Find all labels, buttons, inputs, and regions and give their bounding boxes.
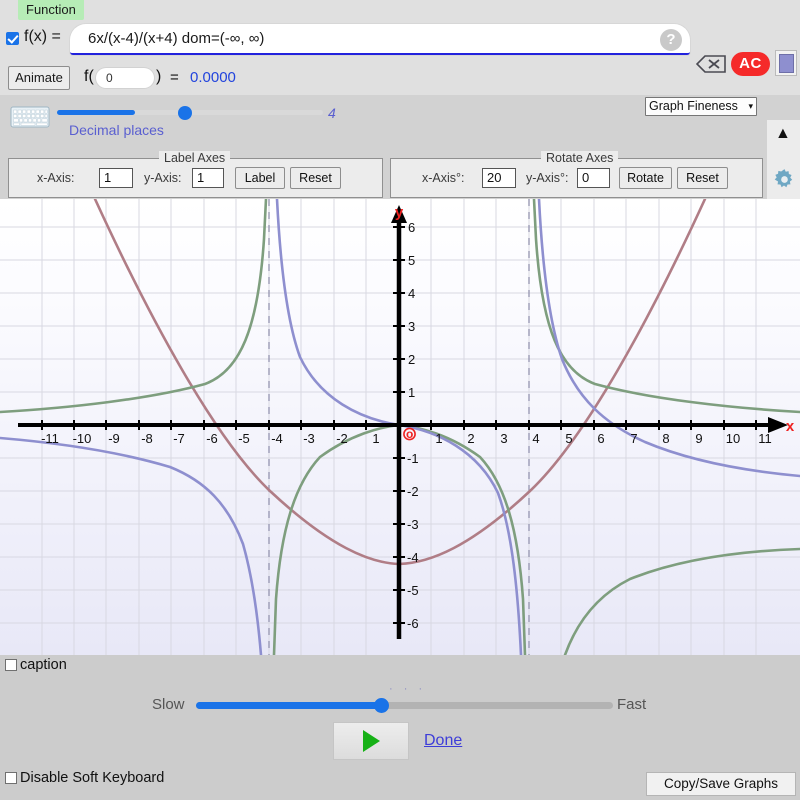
color-swatch bbox=[778, 53, 794, 73]
curve-green-tails bbox=[563, 547, 800, 655]
svg-text:-1: -1 bbox=[407, 451, 419, 466]
rotate-axes-group: Rotate Axes x-Axis°: 20 y-Axis°: 0 Rotat… bbox=[390, 151, 763, 198]
rotate-x-axis-input[interactable]: 20 bbox=[482, 168, 516, 188]
svg-text:-6: -6 bbox=[407, 616, 419, 631]
svg-text:2: 2 bbox=[467, 431, 474, 446]
svg-text:-8: -8 bbox=[141, 431, 153, 446]
svg-text:-4: -4 bbox=[407, 550, 419, 565]
svg-text:6: 6 bbox=[408, 220, 415, 235]
svg-text:-3: -3 bbox=[407, 517, 419, 532]
f-result-value: 0.0000 bbox=[190, 69, 236, 86]
backspace-icon[interactable] bbox=[696, 54, 726, 74]
label-x-axis-label: x-Axis: bbox=[37, 171, 75, 185]
svg-text:6: 6 bbox=[597, 431, 604, 446]
graph-fineness-select[interactable]: Graph Fineness ▾ bbox=[645, 97, 757, 116]
svg-text:1: 1 bbox=[408, 385, 415, 400]
play-button[interactable] bbox=[333, 722, 409, 760]
function-label: f(x) = bbox=[24, 28, 61, 45]
svg-text:-11: -11 bbox=[41, 431, 59, 446]
speed-slider[interactable] bbox=[196, 698, 613, 713]
label-button[interactable]: Label bbox=[235, 167, 285, 189]
svg-text:1: 1 bbox=[435, 431, 442, 446]
speed-slider-thumb[interactable] bbox=[374, 698, 389, 713]
rotate-button[interactable]: Rotate bbox=[619, 167, 672, 189]
svg-text:10: 10 bbox=[726, 431, 740, 446]
svg-text:-2: -2 bbox=[407, 484, 419, 499]
svg-text:-9: -9 bbox=[108, 431, 120, 446]
header-panel: Function f(x) = 6x/(x-4)/(x+4) dom=(-∞, … bbox=[0, 0, 800, 138]
svg-text:7: 7 bbox=[630, 431, 637, 446]
svg-text:-7: -7 bbox=[173, 431, 185, 446]
svg-text:3: 3 bbox=[408, 319, 415, 334]
fast-label: Fast bbox=[617, 696, 647, 713]
label-axes-group: Label Axes x-Axis: 1 y-Axis: 1 Label Res… bbox=[8, 151, 383, 198]
y-axis-title: y bbox=[395, 204, 404, 221]
slider-fill bbox=[57, 110, 135, 115]
rotate-y-axis-label: y-Axis°: bbox=[526, 171, 569, 185]
slow-label: Slow bbox=[152, 696, 185, 713]
svg-text:4: 4 bbox=[532, 431, 539, 446]
x-axis-title: x bbox=[786, 418, 795, 435]
label-y-axis-label: y-Axis: bbox=[144, 171, 182, 185]
keyboard-icon[interactable] bbox=[10, 104, 50, 130]
label-x-axis-input[interactable]: 1 bbox=[99, 168, 133, 188]
done-link[interactable]: Done bbox=[424, 732, 462, 750]
graph-svg: -11 -10 -9 -8 -7 -6 -5 -4 -3 -2 1 12 34 56 78… bbox=[0, 199, 800, 655]
svg-text:-2: -2 bbox=[336, 431, 348, 446]
rotate-reset-button[interactable]: Reset bbox=[677, 167, 728, 189]
slider-thumb[interactable] bbox=[178, 106, 192, 120]
f-argument-input[interactable]: 0 bbox=[96, 68, 154, 88]
rotate-y-axis-input[interactable]: 0 bbox=[577, 168, 610, 188]
function-expression-input[interactable]: 6x/(x-4)/(x+4) dom=(-∞, ∞) bbox=[70, 24, 690, 55]
svg-text:-6: -6 bbox=[206, 431, 218, 446]
svg-text:5: 5 bbox=[408, 253, 415, 268]
f-open-paren: f( bbox=[84, 68, 94, 85]
svg-text:9: 9 bbox=[695, 431, 702, 446]
function-input-row: f(x) = 6x/(x-4)/(x+4) dom=(-∞, ∞) ? AC bbox=[0, 24, 800, 76]
play-icon bbox=[362, 730, 380, 752]
copy-save-graphs-button[interactable]: Copy/Save Graphs bbox=[646, 772, 796, 796]
svg-text:1: 1 bbox=[372, 431, 379, 446]
speed-slider-fill bbox=[196, 702, 386, 709]
caption-label: caption bbox=[20, 657, 67, 673]
graph-canvas[interactable]: -11 -10 -9 -8 -7 -6 -5 -4 -3 -2 1 12 34 56 78… bbox=[0, 199, 800, 655]
rotate-axes-legend: Rotate Axes bbox=[541, 151, 619, 165]
label-reset-button[interactable]: Reset bbox=[290, 167, 341, 189]
svg-text:2: 2 bbox=[408, 352, 415, 367]
decimal-places-value: 4 bbox=[328, 105, 336, 121]
caption-checkbox[interactable] bbox=[5, 659, 17, 671]
f-close-paren: ) bbox=[156, 68, 162, 85]
svg-text:11: 11 bbox=[758, 431, 772, 446]
svg-text:-3: -3 bbox=[303, 431, 315, 446]
animate-button[interactable]: Animate bbox=[8, 66, 70, 90]
decimal-places-slider[interactable] bbox=[57, 106, 323, 120]
decimal-places-label: Decimal places bbox=[69, 122, 164, 138]
disable-soft-keyboard-label: Disable Soft Keyboard bbox=[20, 770, 165, 786]
svg-text:-10: -10 bbox=[73, 431, 92, 446]
svg-text:5: 5 bbox=[565, 431, 572, 446]
help-icon[interactable]: ? bbox=[660, 29, 682, 51]
label-axes-legend: Label Axes bbox=[159, 151, 231, 165]
color-swatch-button[interactable] bbox=[775, 50, 797, 76]
label-y-axis-input[interactable]: 1 bbox=[192, 168, 224, 188]
gear-icon[interactable] bbox=[772, 167, 797, 192]
f-equals-sign: = bbox=[170, 69, 179, 86]
rotate-x-axis-label: x-Axis°: bbox=[422, 171, 465, 185]
svg-text:-4: -4 bbox=[271, 431, 283, 446]
disable-soft-keyboard-checkbox[interactable] bbox=[5, 772, 17, 784]
chevron-down-icon: ▾ bbox=[748, 101, 753, 111]
collapse-up-icon[interactable]: ▲ bbox=[775, 125, 791, 143]
speed-slider-dots: · · · bbox=[389, 683, 427, 695]
svg-text:-5: -5 bbox=[238, 431, 250, 446]
all-clear-button[interactable]: AC bbox=[731, 52, 770, 76]
svg-text:4: 4 bbox=[408, 286, 415, 301]
svg-text:8: 8 bbox=[662, 431, 669, 446]
function-tab[interactable]: Function bbox=[18, 0, 84, 20]
graph-fineness-label: Graph Fineness bbox=[649, 99, 738, 113]
function-enabled-checkbox[interactable] bbox=[6, 32, 19, 45]
y-axis: 6 5 4 3 2 1 -1 -2 -3 -4 -5 -6 y bbox=[391, 204, 419, 639]
svg-text:3: 3 bbox=[500, 431, 507, 446]
origin-marker: o bbox=[403, 427, 416, 441]
svg-text:-5: -5 bbox=[407, 583, 419, 598]
